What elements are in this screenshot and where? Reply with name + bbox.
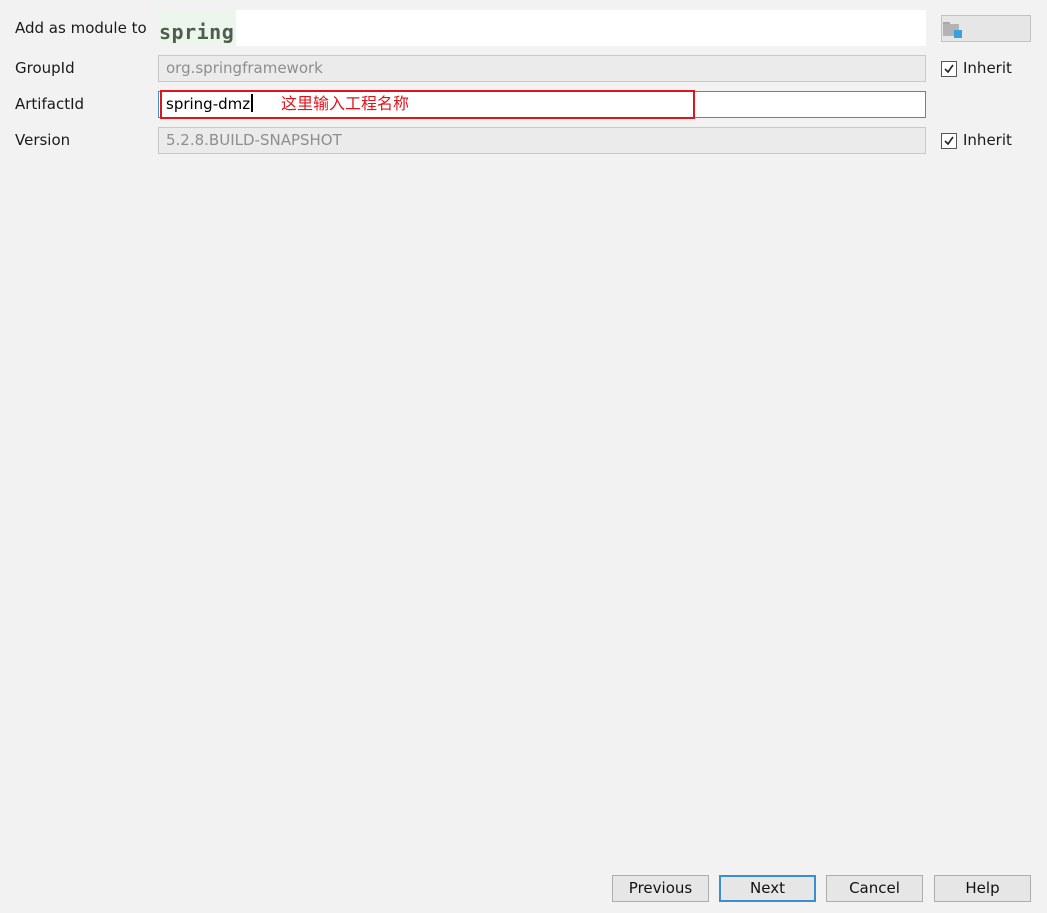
version-inherit-label: Inherit [963, 131, 1012, 149]
module-selector-field[interactable]: spring [157, 10, 926, 46]
annotation-highlight-box [160, 90, 695, 119]
version-label: Version [15, 131, 71, 149]
check-icon[interactable] [941, 133, 957, 149]
artifactid-label: ArtifactId [15, 95, 85, 113]
module-label: Add as module to [15, 19, 147, 37]
groupid-label: GroupId [15, 59, 75, 77]
annotation-text: 这里输入工程名称 [281, 94, 410, 113]
check-icon[interactable] [941, 61, 957, 77]
folder-icon [943, 21, 963, 39]
module-value: spring [157, 10, 237, 46]
cancel-button[interactable]: Cancel [826, 875, 923, 902]
version-field[interactable]: 5.2.8.BUILD-SNAPSHOT [158, 127, 926, 154]
help-button[interactable]: Help [934, 875, 1031, 902]
browse-module-button[interactable] [941, 15, 1031, 42]
version-value: 5.2.8.BUILD-SNAPSHOT [166, 131, 342, 149]
groupid-inherit-label: Inherit [963, 59, 1012, 77]
previous-button[interactable]: Previous [612, 875, 709, 902]
next-button[interactable]: Next [719, 875, 816, 902]
groupid-value: org.springframework [166, 59, 323, 77]
groupid-field[interactable]: org.springframework [158, 55, 926, 82]
